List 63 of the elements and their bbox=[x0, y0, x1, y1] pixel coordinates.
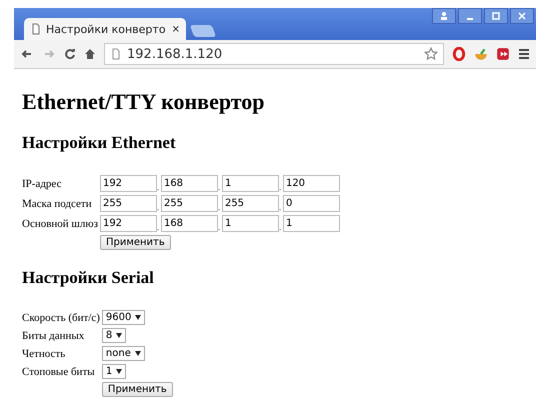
tab-close-button[interactable]: × bbox=[172, 24, 180, 34]
octet-separator: . bbox=[278, 182, 282, 192]
input-field[interactable]: 168 bbox=[160, 175, 218, 192]
input-field[interactable]: 192 bbox=[100, 215, 157, 232]
octet-separator: . bbox=[156, 222, 160, 232]
dropdown[interactable]: 1 bbox=[102, 364, 126, 379]
apply-button[interactable]: Применить bbox=[102, 382, 173, 397]
input-field[interactable]: 255 bbox=[100, 195, 157, 212]
user-button[interactable] bbox=[432, 8, 456, 24]
minimize-button[interactable] bbox=[458, 8, 482, 24]
section-heading: Настройки Serial bbox=[22, 268, 155, 288]
dropdown[interactable]: 8 bbox=[102, 328, 126, 343]
ring-icon[interactable] bbox=[452, 47, 466, 61]
caret-icon bbox=[116, 369, 122, 374]
minimize-icon bbox=[467, 18, 473, 20]
person-icon bbox=[438, 10, 450, 22]
octet-separator: . bbox=[278, 202, 282, 212]
octet-separator: . bbox=[156, 182, 160, 192]
caret-icon bbox=[116, 333, 122, 338]
close-icon bbox=[516, 10, 528, 22]
input-field[interactable]: 168 bbox=[160, 215, 218, 232]
input-field[interactable]: 255 bbox=[160, 195, 218, 212]
field-label: Маска подсети bbox=[22, 198, 93, 210]
caret-icon bbox=[134, 351, 141, 356]
dropdown[interactable]: none bbox=[102, 346, 145, 361]
input-field[interactable]: 255 bbox=[222, 195, 279, 212]
back-icon[interactable] bbox=[20, 48, 34, 60]
octet-separator: . bbox=[278, 222, 282, 232]
input-field[interactable]: 192 bbox=[100, 175, 157, 192]
maximize-button[interactable] bbox=[484, 8, 508, 24]
input-field[interactable]: 0 bbox=[282, 195, 340, 212]
browser-tab[interactable]: Настройки конверто × bbox=[24, 18, 186, 40]
octet-separator: . bbox=[218, 182, 222, 192]
input-field[interactable]: 1 bbox=[222, 175, 279, 192]
media-icon[interactable] bbox=[496, 47, 510, 61]
field-label: Четность bbox=[22, 348, 66, 360]
section-heading: Настройки Ethernet bbox=[22, 133, 177, 153]
dropdown[interactable]: 9600 bbox=[102, 310, 146, 325]
field-label: Скорость (бит/с) bbox=[22, 312, 100, 324]
menu-icon[interactable] bbox=[518, 48, 530, 60]
input-field[interactable]: 120 bbox=[282, 175, 340, 192]
input-field[interactable]: 1 bbox=[222, 215, 279, 232]
octet-separator: . bbox=[156, 202, 160, 212]
address-bar[interactable]: 192.168.1.120 bbox=[104, 43, 444, 65]
new-tab-button[interactable] bbox=[190, 25, 216, 37]
close-button[interactable] bbox=[510, 8, 534, 24]
page-title: Ethernet/TTY конвертор bbox=[22, 89, 266, 115]
reload-icon[interactable] bbox=[64, 48, 76, 60]
caret-icon bbox=[135, 315, 142, 320]
octet-separator: . bbox=[218, 202, 222, 212]
field-label: IP-адрес bbox=[22, 178, 62, 190]
field-label: Биты данных bbox=[22, 330, 86, 342]
field-label: Основной шлюз bbox=[22, 218, 98, 230]
input-field[interactable]: 1 bbox=[282, 215, 340, 232]
apply-button[interactable]: Применить bbox=[100, 235, 171, 250]
bowl-icon[interactable] bbox=[474, 47, 488, 61]
maximize-icon bbox=[490, 10, 502, 22]
page-icon bbox=[110, 48, 122, 60]
octet-separator: . bbox=[218, 222, 222, 232]
star-icon[interactable] bbox=[424, 47, 438, 61]
home-icon[interactable] bbox=[84, 48, 96, 60]
page-icon bbox=[30, 23, 42, 35]
field-label: Стоповые биты bbox=[22, 366, 96, 378]
